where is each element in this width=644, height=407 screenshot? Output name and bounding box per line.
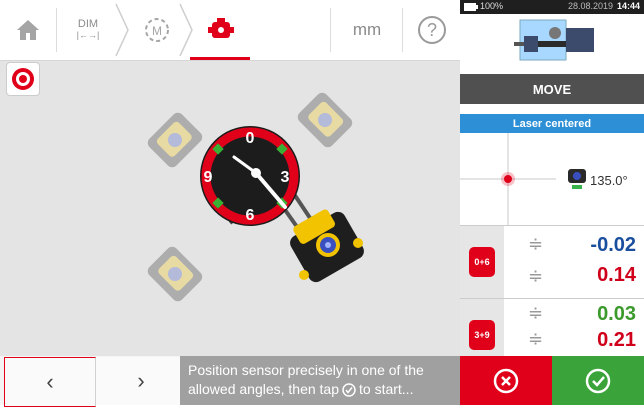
separator	[56, 8, 57, 52]
home-button[interactable]	[0, 0, 56, 60]
separator	[330, 8, 331, 52]
top-toolbar: DIM |←→| M mm ?	[0, 0, 460, 61]
machine-train-icon	[514, 19, 594, 61]
status-bar: 100% 28.08.2019 14:44	[460, 0, 644, 14]
message-line-2-row: allowed angles, then tap to start...	[188, 380, 452, 399]
breadcrumb-chevron-icon	[115, 3, 129, 57]
check-circle-icon	[342, 382, 356, 397]
measure-button[interactable]	[194, 0, 248, 60]
message-line-2: allowed angles, then tap	[188, 381, 339, 397]
rpm-button[interactable]: M	[130, 0, 184, 60]
dial-label-3: 3	[281, 169, 290, 186]
sensor-angle-value: 135.0°	[590, 173, 628, 188]
angle-tag-0-6: 0+6	[469, 247, 495, 277]
confirm-button[interactable]	[552, 356, 644, 405]
sensor-device	[290, 209, 364, 283]
next-button[interactable]: ›	[96, 357, 186, 405]
unit-label: mm	[352, 20, 382, 39]
help-button[interactable]: ?	[404, 0, 460, 60]
home-icon	[17, 20, 39, 40]
date: 28.08.2019	[568, 1, 614, 11]
laser-target-view: 135.0°	[460, 133, 644, 226]
check-circle-icon	[585, 368, 611, 393]
row1-value-top: -0.02	[590, 234, 636, 256]
result-row-0-6: 0+6 ≑ ≑ -0.02 0.14	[460, 226, 644, 299]
horizontal-offset-icon: ≑	[528, 303, 544, 323]
sidetab-0-6: 0+6	[460, 226, 504, 298]
dim-label: DIM	[77, 18, 99, 30]
sensor-measure-icon	[208, 18, 234, 38]
dim-arrow-icon: |←→|	[76, 30, 100, 40]
battery-icon	[464, 3, 478, 11]
measurement-area: 0 3 6 9	[0, 61, 460, 356]
ghost-sensor-top-right	[297, 92, 353, 148]
row1-value-bottom: 0.14	[597, 264, 636, 286]
chevron-right-icon: ›	[137, 368, 145, 393]
battery-level: 100%	[480, 1, 504, 11]
cancel-button[interactable]	[460, 356, 552, 405]
dial-label-0: 0	[246, 130, 255, 147]
sensor-position-diagram: 0 3 6 9	[147, 92, 364, 302]
sensor-target-icon	[12, 68, 34, 90]
unit-button[interactable]: mm	[332, 0, 402, 60]
breadcrumb-chevron-icon	[179, 3, 193, 57]
laser-status-badge: Laser centered	[460, 114, 644, 133]
svg-text:M: M	[152, 24, 162, 38]
dial-label-6: 6	[246, 207, 255, 224]
vertical-angle-icon: ≑	[528, 266, 544, 286]
horizontal-angle-icon: ≑	[528, 329, 544, 349]
close-circle-icon	[493, 368, 519, 393]
chevron-left-icon: ‹	[46, 369, 54, 394]
help-icon: ?	[418, 16, 446, 44]
row2-value-top: 0.03	[597, 303, 636, 325]
row2-value-bottom: 0.21	[597, 329, 636, 351]
time: 14:44	[617, 1, 641, 11]
ghost-sensor-bottom-left	[147, 246, 203, 302]
separator	[402, 8, 403, 52]
instruction-message: Position sensor precisely in one of the …	[180, 356, 460, 405]
move-header: MOVE	[460, 74, 644, 104]
message-line-1: Position sensor precisely in one of the	[188, 362, 424, 378]
active-tab-indicator	[190, 57, 250, 60]
dimensions-button[interactable]: DIM |←→|	[60, 0, 116, 60]
tachometer-icon: M	[145, 18, 169, 42]
vertical-offset-icon: ≑	[528, 234, 544, 254]
sensor-angle-icon	[568, 169, 586, 189]
previous-button[interactable]: ‹	[4, 357, 96, 407]
machine-preview[interactable]	[460, 14, 644, 74]
message-line-2-end: to start...	[359, 381, 414, 397]
sensor-settings-button[interactable]	[6, 62, 40, 96]
dial-label-9: 9	[204, 169, 213, 186]
ghost-sensor-top-left	[147, 112, 203, 168]
angle-tag-3-9: 3+9	[469, 320, 495, 350]
